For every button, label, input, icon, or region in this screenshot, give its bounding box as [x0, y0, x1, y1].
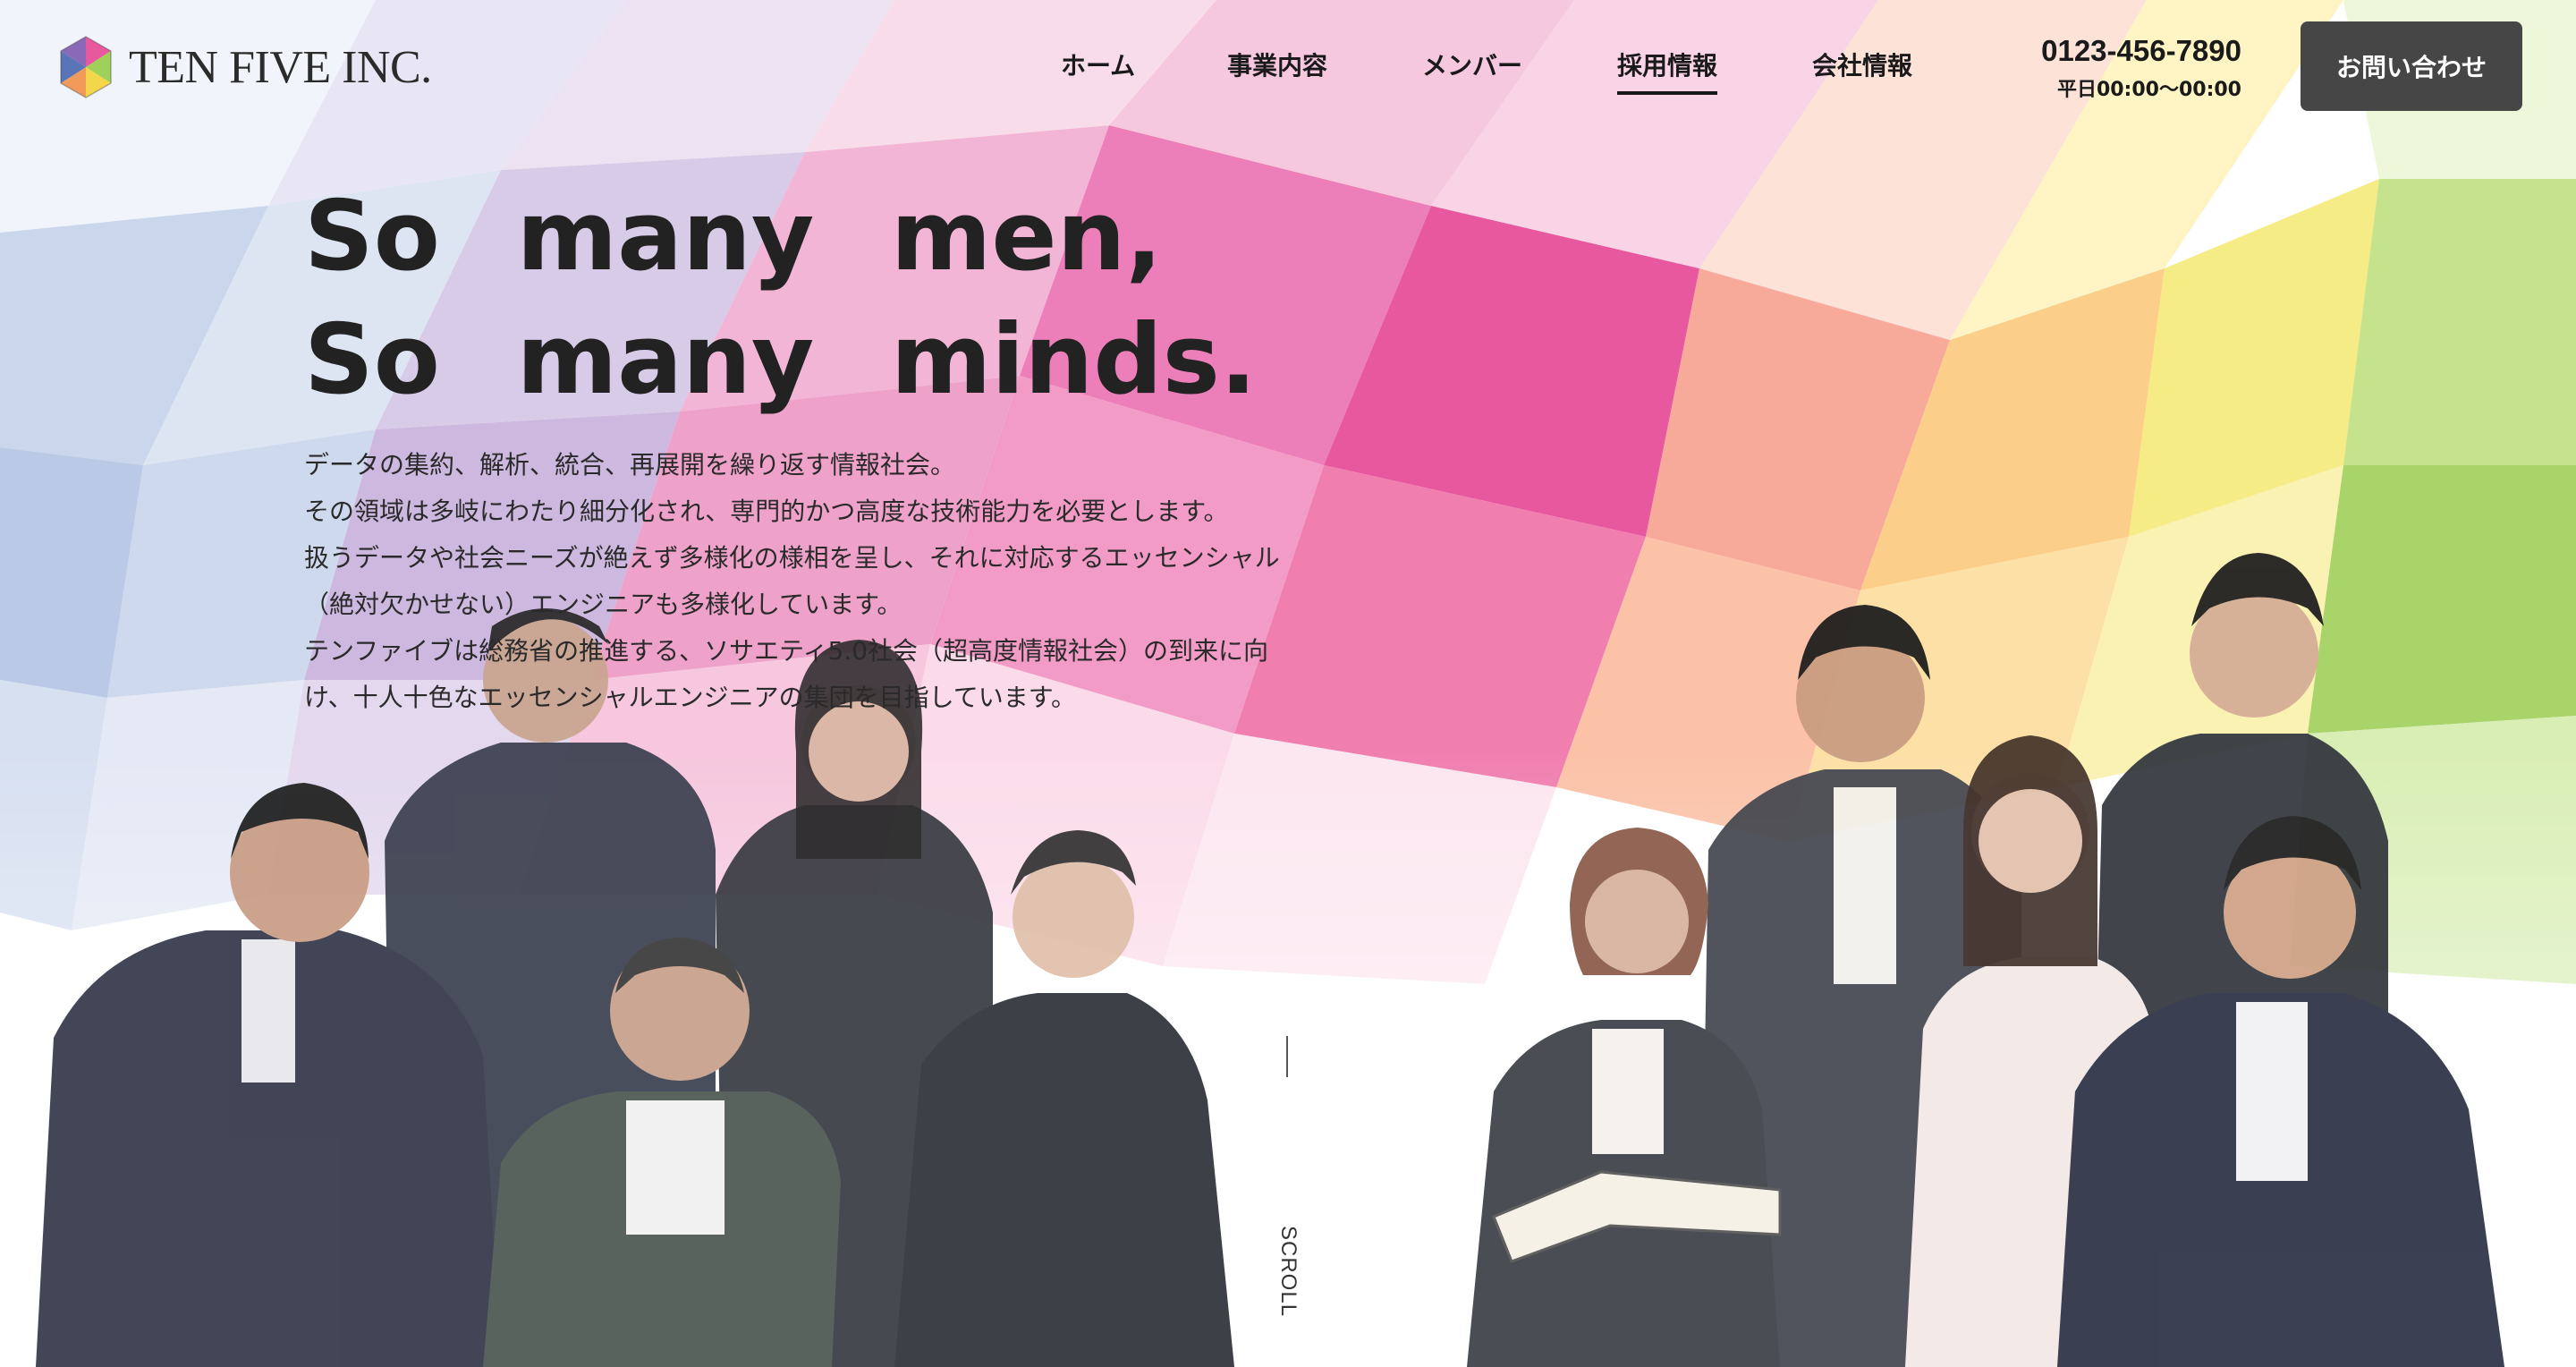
nav-item-home[interactable]: ホーム [1061, 47, 1135, 91]
hero-body-line: け、十人十色なエッセンシャルエンジニアの集団を目指しています。 [304, 683, 1076, 712]
hero-title-line-1: So many men, [304, 181, 1163, 293]
scroll-indicator-line [1286, 1036, 1288, 1077]
hero-body-line: 扱うデータや社会ニーズが絶えず多様化の様相を呈し、それに対応するエッセンシャル [304, 543, 1280, 573]
hero-body-line: データの集約、解析、統合、再展開を繰り返す情報社会。 [304, 450, 956, 480]
nav-item-members[interactable]: メンバー [1422, 47, 1522, 91]
hero-title-line-2: So many minds. [304, 304, 1257, 416]
site-logo[interactable]: TEN FIVE INC. [54, 36, 432, 98]
hero-title: So many men, So many minds. [304, 175, 1280, 422]
phone-number[interactable]: 0123-456-7890 [2030, 34, 2241, 68]
hero-body: データの集約、解析、統合、再展開を繰り返す情報社会。 その領域は多岐にわたり細分… [304, 442, 1280, 721]
hero-section: So many men, So many minds. データの集約、解析、統合… [304, 175, 1280, 721]
hero-body-line: （絶対欠かせない）エンジニアも多様化しています。 [304, 590, 902, 619]
logo-mark-icon [60, 36, 112, 98]
contact-button[interactable]: お問い合わせ [2301, 21, 2522, 111]
nav-item-company[interactable]: 会社情報 [1812, 47, 1912, 91]
hero-body-line: テンファイブは総務省の推進する、ソサエティ5.0社会（超高度情報社会）の到来に向 [304, 636, 1269, 666]
site-header: TEN FIVE INC. ホーム 事業内容 メンバー 採用情報 会社情報 01… [0, 0, 2576, 134]
contact-info: 0123-456-7890 平日00:00〜00:00 [2030, 34, 2241, 102]
nav-item-recruit[interactable]: 採用情報 [1617, 47, 1718, 95]
scroll-indicator[interactable]: SCROLL [1270, 1226, 1306, 1318]
business-hours: 平日00:00〜00:00 [2056, 79, 2241, 101]
scroll-label: SCROLL [1276, 1226, 1301, 1318]
hero-body-line: その領域は多岐にわたり細分化され、専門的かつ高度な技術能力を必要とします。 [304, 497, 1229, 526]
brand-name: TEN FIVE INC. [129, 41, 432, 93]
nav-item-business[interactable]: 事業内容 [1227, 47, 1327, 91]
